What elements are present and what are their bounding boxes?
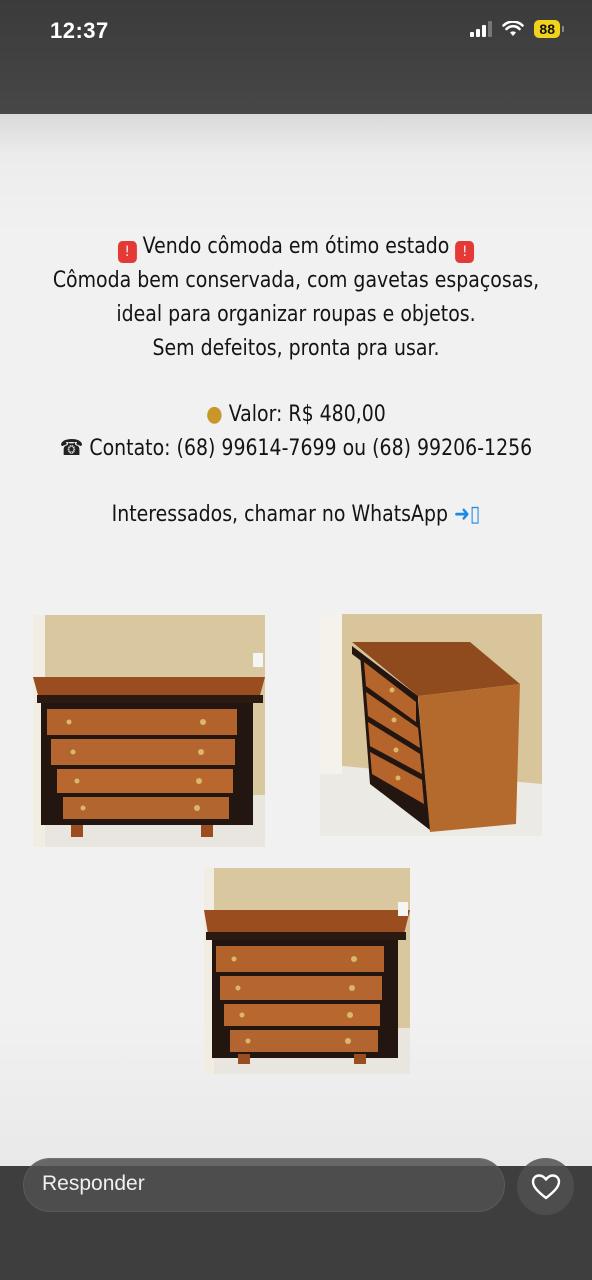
- signal-icon: [470, 21, 493, 37]
- caption-line: ! Vendo cômoda em ótimo estado !: [41, 230, 550, 264]
- caption-line: Cômoda bem conservada, com gavetas espaç…: [52, 268, 540, 293]
- price-line: ● Valor: R$ 480,00: [206, 402, 386, 427]
- battery-level: 88: [539, 21, 555, 37]
- reply-input[interactable]: Responder: [23, 1158, 505, 1212]
- money-bag-icon: ●: [206, 402, 223, 427]
- clock: 12:37: [50, 18, 109, 43]
- status-icons: 88: [470, 20, 564, 38]
- story-content: ! Vendo cômoda em ótimo estado ! Cômoda …: [0, 114, 592, 1166]
- reply-placeholder: Responder: [42, 1172, 145, 1195]
- battery-icon: 88: [534, 20, 564, 38]
- dresser-side-photo: [320, 614, 542, 836]
- like-button[interactable]: [517, 1158, 574, 1215]
- whatsapp-line: Interessados, chamar no WhatsApp ➜▯: [111, 502, 481, 527]
- contact-line: ☎ Contato: (68) 99614-7699 ou (68) 99206…: [59, 436, 533, 461]
- caption-line: Sem defeitos, pronta pra usar.: [152, 336, 440, 361]
- heart-icon: [531, 1173, 560, 1199]
- siren-icon: !: [455, 241, 475, 263]
- telephone-icon: ☎: [59, 436, 84, 461]
- dresser-front-photo: [33, 615, 265, 847]
- siren-icon: !: [117, 241, 137, 263]
- story-caption: ! Vendo cômoda em ótimo estado ! Cômoda …: [41, 230, 550, 532]
- caption-line: ideal para organizar roupas e objetos.: [116, 302, 476, 327]
- mobile-phone-arrow-icon: ➜▯: [454, 502, 481, 527]
- status-bar: 12:37 88: [0, 0, 592, 114]
- dresser-wide-photo: [204, 868, 410, 1074]
- wifi-icon: [502, 21, 525, 36]
